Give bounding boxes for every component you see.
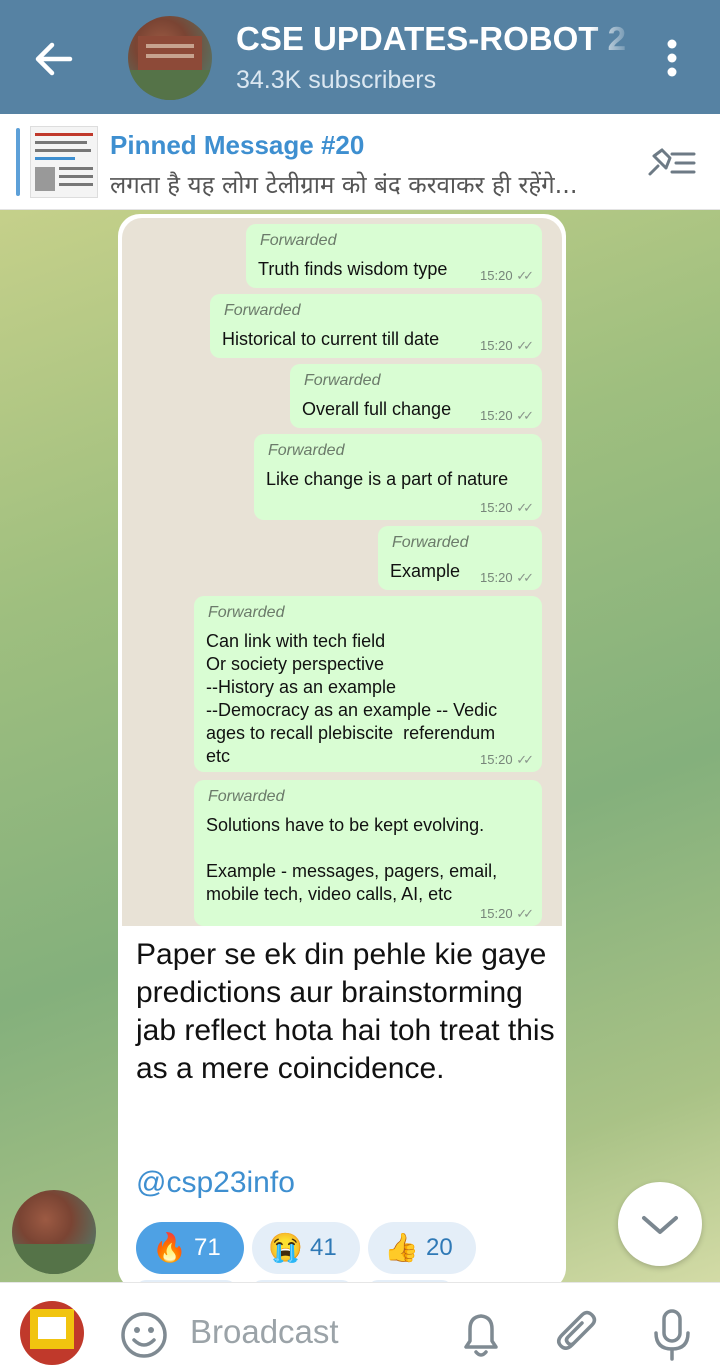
fire-emoji: 🔥 bbox=[152, 1232, 187, 1263]
pinned-title: Pinned Message #20 bbox=[110, 130, 365, 160]
subscriber-count: 34.3K subscribers bbox=[236, 66, 437, 94]
pinned-thumbnail bbox=[30, 126, 98, 198]
bubble-time: 15:20 ✓✓ bbox=[480, 500, 534, 515]
menu-button[interactable] bbox=[656, 34, 688, 82]
forwarded-label: Forwarded bbox=[208, 788, 285, 805]
bell-icon bbox=[464, 1314, 498, 1357]
bubble-text: Historical to current till date bbox=[222, 329, 440, 349]
reaction-fire[interactable]: 🔥 71 bbox=[136, 1222, 244, 1274]
title-fade bbox=[590, 18, 634, 62]
bubble-time: 15:20 ✓✓ bbox=[480, 268, 534, 283]
screenshot-bubble: Forwarded Solutions have to be kept evol… bbox=[194, 780, 542, 926]
bubble-text: Example bbox=[390, 561, 461, 581]
screenshot-bubble: Forwarded Overall full change 15:20 ✓✓ bbox=[290, 364, 542, 428]
scroll-down-button[interactable] bbox=[618, 1182, 702, 1266]
microphone-icon bbox=[654, 1309, 690, 1361]
screenshot-bubble: Forwarded Like change is a part of natur… bbox=[254, 434, 542, 520]
channel-mention-link[interactable]: @csp23info bbox=[136, 1166, 295, 1200]
screenshot-bubble: Forwarded Example 15:20 ✓✓ bbox=[378, 526, 542, 590]
forwarded-label: Forwarded bbox=[392, 534, 469, 551]
reaction-count: 71 bbox=[194, 1234, 221, 1261]
channel-avatar-small[interactable] bbox=[12, 1190, 96, 1274]
voice-message-button[interactable] bbox=[650, 1307, 694, 1363]
bubble-text: Like change is a part of nature bbox=[266, 469, 509, 489]
notifications-button[interactable] bbox=[458, 1307, 504, 1361]
channel-title[interactable]: CSE UPDATES-ROBOT 2 bbox=[236, 20, 626, 60]
thumbs-up-emoji: 👍 bbox=[384, 1232, 419, 1263]
emoji-button[interactable] bbox=[118, 1309, 170, 1361]
screenshot-bubble: Forwarded Can link with tech field Or so… bbox=[194, 596, 542, 772]
attach-button[interactable] bbox=[552, 1307, 602, 1361]
paperclip-icon bbox=[557, 1310, 597, 1350]
bottom-input-bar: Broadcast bbox=[0, 1282, 720, 1367]
forwarded-label: Forwarded bbox=[260, 232, 337, 249]
forwarded-label: Forwarded bbox=[268, 442, 345, 459]
pinned-text: लगता है यह लोग टेलीग्राम को बंद करवाकर ह… bbox=[110, 171, 578, 199]
reaction-count: 41 bbox=[310, 1234, 337, 1261]
bubble-text: Overall full change bbox=[302, 399, 452, 419]
bubble-time: 15:20 ✓✓ bbox=[480, 906, 534, 921]
reaction-crying[interactable]: 😭 41 bbox=[252, 1222, 360, 1274]
screenshot-bubble: Forwarded Truth finds wisdom type 15:20 … bbox=[246, 224, 542, 288]
chevron-down-icon bbox=[642, 1216, 678, 1234]
chat-area[interactable]: Forwarded Truth finds wisdom type 15:20 … bbox=[0, 210, 720, 1282]
send-as-avatar[interactable] bbox=[20, 1301, 84, 1365]
bubble-text: Solutions have to be kept evolving. Exam… bbox=[206, 815, 498, 904]
pinned-message-bar[interactable]: Pinned Message #20 लगता है यह लोग टेलीग्… bbox=[0, 114, 720, 210]
channel-avatar[interactable] bbox=[128, 16, 212, 100]
crying-emoji: 😭 bbox=[268, 1232, 303, 1263]
forwarded-label: Forwarded bbox=[208, 604, 285, 621]
post-caption: Paper se ek din pehle kie gaye predictio… bbox=[136, 938, 555, 1085]
forwarded-label: Forwarded bbox=[224, 302, 301, 319]
more-vertical-icon bbox=[667, 39, 677, 77]
pin-indicator bbox=[16, 128, 20, 196]
reaction-count: 20 bbox=[426, 1234, 453, 1261]
bubble-time: 15:20 ✓✓ bbox=[480, 338, 534, 353]
pin-list-icon bbox=[648, 148, 696, 176]
screenshot-bubble: Forwarded Historical to current till dat… bbox=[210, 294, 542, 358]
back-button[interactable] bbox=[30, 36, 80, 82]
bubble-time: 15:20 ✓✓ bbox=[480, 570, 534, 585]
post-screenshot-image[interactable]: Forwarded Truth finds wisdom type 15:20 … bbox=[122, 218, 562, 926]
bubble-text: Can link with tech field Or society pers… bbox=[206, 631, 498, 766]
bubble-time: 15:20 ✓✓ bbox=[480, 752, 534, 767]
channel-post[interactable]: Forwarded Truth finds wisdom type 15:20 … bbox=[118, 214, 566, 1282]
reaction-thumbs-up[interactable]: 👍 20 bbox=[368, 1222, 476, 1274]
chat-header: CSE UPDATES-ROBOT 2 34.3K subscribers bbox=[0, 0, 720, 114]
forwarded-label: Forwarded bbox=[304, 372, 381, 389]
bubble-text: Truth finds wisdom type bbox=[258, 259, 448, 279]
smiley-icon bbox=[121, 1312, 167, 1358]
broadcast-input[interactable]: Broadcast bbox=[190, 1313, 339, 1351]
bubble-time: 15:20 ✓✓ bbox=[480, 408, 534, 423]
arrow-left-icon bbox=[35, 42, 73, 76]
pinned-list-button[interactable] bbox=[640, 140, 698, 186]
